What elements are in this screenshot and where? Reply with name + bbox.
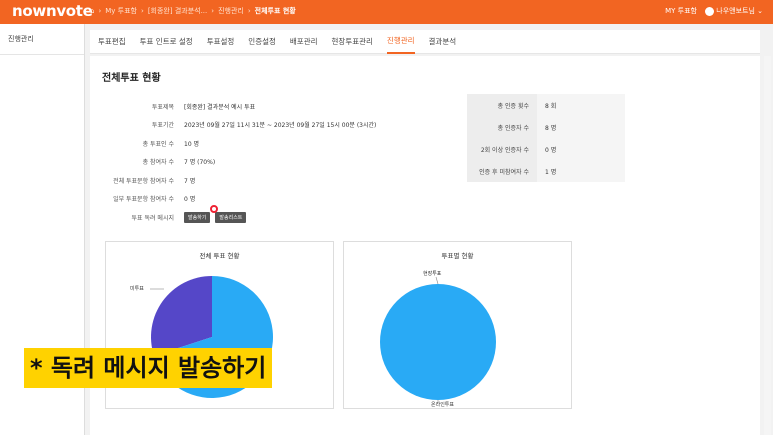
chevron-down-icon: ⌄ [757, 7, 763, 15]
user-name: 나우앤보트님 [716, 7, 755, 15]
breadcrumb-item[interactable]: [회종완] 결과분석... [148, 6, 207, 16]
info-value: 0 명 [184, 196, 196, 204]
info-label: 총 참여자 수 [142, 159, 174, 167]
top-right-menu: MY 투표함 나우앤보트님 ⌄ [665, 6, 763, 16]
pie-label-leader [435, 276, 439, 285]
info-label: 투표 독려 메시지 [131, 214, 174, 222]
pie-label: 미투표 [130, 285, 144, 292]
breadcrumb-item[interactable]: 진행관리 [218, 6, 244, 16]
per-vote-chart: 투표별 현황 현장투표 온라인투표 [343, 241, 572, 409]
stat-label: 총 인증자 수 [467, 116, 537, 138]
info-label: 전체 투표문항 참여자 수 [113, 177, 174, 185]
stat-label: 인증 후 미참여자 수 [467, 160, 537, 182]
tab-auth[interactable]: 인증설정 [248, 30, 276, 53]
pie-chart-svg: 현장투표온라인투표 [380, 270, 496, 408]
stat-label: 총 인증 횟수 [467, 94, 537, 116]
scrollbar[interactable] [764, 56, 771, 435]
info-label: 총 투표인 수 [142, 140, 174, 148]
tab-onsite[interactable]: 현장투표관리 [332, 30, 373, 53]
caption-banner: * 독려 메시지 발송하기 [24, 348, 273, 388]
pie-label: 현장투표 [423, 270, 442, 277]
breadcrumb: ⌂ › My 투표함 › [회종완] 결과분석... › 진행관리 › 전체투표 현황 [90, 6, 296, 16]
info-value: 7 명 (70%) [184, 159, 216, 167]
tab-settings[interactable]: 투표설정 [207, 30, 235, 53]
my-box-link[interactable]: MY 투표함 [665, 6, 697, 16]
info-value: 2023년 09월 27일 11시 31분 ~ 2023년 09월 27일 15… [184, 122, 377, 130]
stat-value: 8 회 [537, 94, 625, 116]
home-icon[interactable]: ⌂ [90, 7, 94, 15]
cursor-highlight-icon [210, 205, 218, 213]
info-value: 10 명 [184, 140, 200, 148]
stat-value: 1 명 [537, 160, 625, 182]
breadcrumb-item[interactable]: My 투표함 [105, 6, 137, 16]
tab-bar: 투표편집 투표 인트로 설정 투표설정 인증설정 배포관리 현장투표관리 진행관… [90, 30, 760, 54]
user-icon [705, 6, 715, 16]
tab-results[interactable]: 결과분석 [429, 30, 457, 53]
send-list-button[interactable]: 발송리스트 [215, 211, 247, 223]
page-title: 전체투표 현황 [102, 73, 161, 84]
info-label: 일부 투표문항 참여자 수 [113, 196, 174, 204]
info-value: [회종완] 결과분석 예시 투표 [184, 103, 256, 111]
top-bar: nownvote ⌂ › My 투표함 › [회종완] 결과분석... › 진행관리 ›… [0, 0, 773, 24]
breadcrumb-current: 전체투표 현황 [254, 7, 296, 15]
tab-progress[interactable]: 진행관리 [386, 29, 415, 54]
sidebar-item-progress[interactable]: 진행관리 [0, 24, 84, 55]
pie-slice[interactable] [380, 284, 496, 400]
stat-value: 8 명 [537, 116, 625, 138]
tab-distribution[interactable]: 배포관리 [290, 30, 318, 53]
info-label: 투표기간 [151, 122, 174, 130]
stat-label: 2회 이상 인증자 수 [467, 138, 537, 160]
vote-info: 투표제목 [회종완] 결과분석 예시 투표 투표기간 2023년 09월 27일 1… [102, 97, 376, 227]
info-value: 7 명 [184, 177, 196, 185]
tab-edit[interactable]: 투표편집 [98, 30, 126, 53]
user-menu[interactable]: 나우앤보트님 ⌄ [705, 6, 763, 16]
pie-label: 온라인투표 [431, 401, 454, 408]
stat-value: 0 명 [537, 138, 625, 160]
info-label: 투표제목 [151, 103, 174, 111]
send-reminder-button[interactable]: 발송하기 [184, 211, 211, 223]
logo[interactable]: nownvote [12, 2, 93, 20]
tab-intro[interactable]: 투표 인트로 설정 [140, 30, 193, 53]
auth-stats: 총 인증 횟수 8 회 총 인증자 수8 명 2회 이상 인증자 수0 명 인증 … [467, 94, 625, 182]
